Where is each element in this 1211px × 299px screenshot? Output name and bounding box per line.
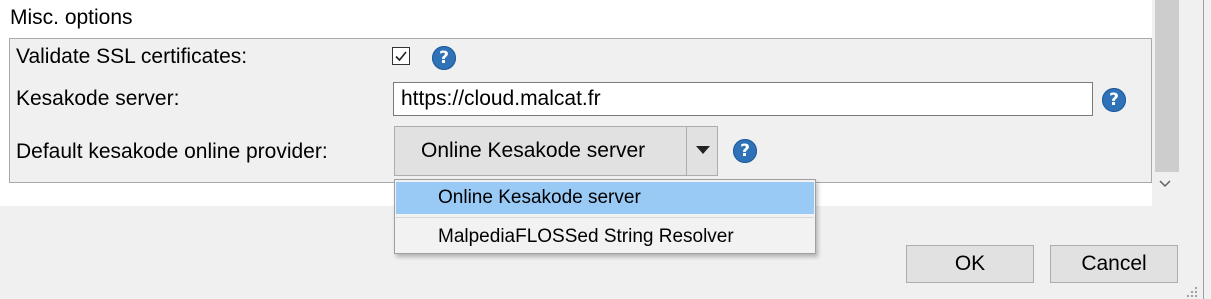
kesakode-server-label: Kesakode server:: [16, 87, 180, 110]
dropdown-option-malpedia-floss[interactable]: MalpediaFLOSSed String Resolver: [396, 221, 814, 253]
help-icon[interactable]: ?: [432, 46, 456, 70]
default-provider-label: Default kesakode online provider:: [16, 140, 328, 163]
window-border: [1203, 0, 1204, 299]
default-provider-select[interactable]: Online Kesakode server: [394, 126, 718, 176]
validate-ssl-checkbox[interactable]: [392, 47, 410, 65]
help-icon[interactable]: ?: [733, 139, 757, 163]
chevron-down-icon[interactable]: [696, 146, 710, 155]
help-icon[interactable]: ?: [1102, 88, 1126, 112]
combo-divider: [686, 127, 687, 175]
group-title: Misc. options: [10, 6, 133, 29]
scrollbar-thumb[interactable]: [1155, 0, 1179, 172]
kesakode-server-input[interactable]: https://cloud.malcat.fr: [393, 82, 1093, 116]
cancel-button[interactable]: Cancel: [1050, 245, 1178, 283]
dropdown-divider: [396, 217, 814, 218]
provider-dropdown-list: Online Kesakode server MalpediaFLOSSed S…: [394, 179, 816, 254]
resize-grip-icon[interactable]: [1186, 286, 1198, 298]
validate-ssl-label: Validate SSL certificates:: [16, 45, 248, 68]
ok-button[interactable]: OK: [906, 245, 1034, 283]
selected-provider: Online Kesakode server: [421, 139, 646, 162]
dropdown-option-online-kesakode[interactable]: Online Kesakode server: [396, 182, 814, 214]
checkmark-icon: [395, 51, 407, 62]
scroll-down-icon[interactable]: [1159, 180, 1171, 188]
